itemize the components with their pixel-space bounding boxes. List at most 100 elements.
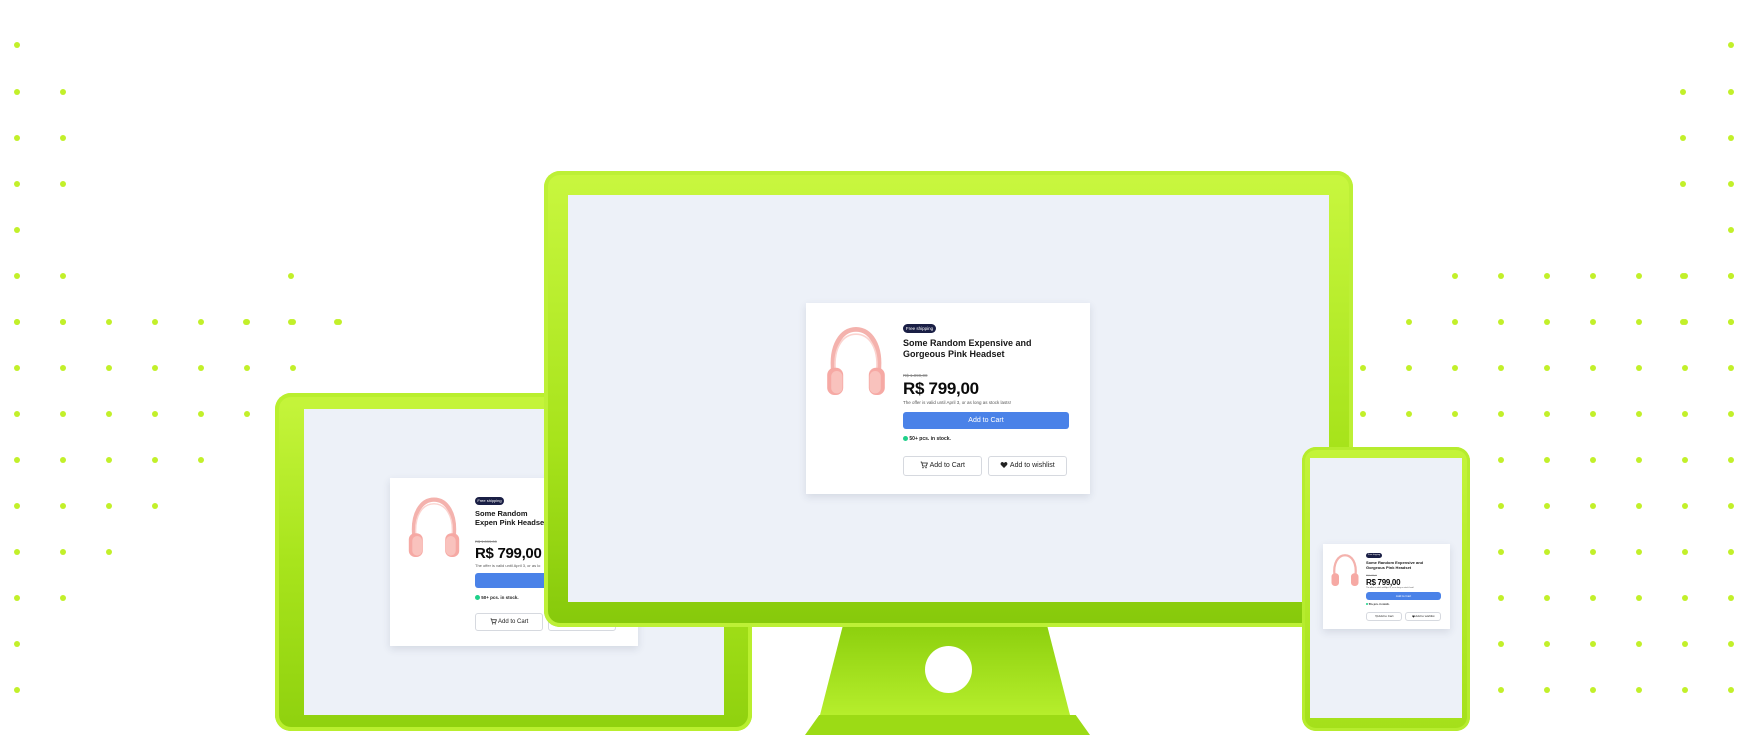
add-to-cart-button[interactable]: Add to Cart <box>903 456 982 476</box>
decorative-dot <box>106 411 112 417</box>
decorative-dot <box>1636 319 1642 325</box>
decorative-dot <box>1590 457 1596 463</box>
decorative-dot <box>1728 227 1734 233</box>
decorative-dot <box>1498 687 1504 693</box>
decorative-dot <box>244 365 250 371</box>
decorative-dot <box>1360 365 1366 371</box>
decorative-dot <box>14 89 20 95</box>
decorative-dot <box>60 549 66 555</box>
decorative-dot <box>106 365 112 371</box>
cart-icon <box>920 461 928 469</box>
stock-status: 50+ pcs. in stock. <box>475 595 519 601</box>
decorative-dot <box>1452 319 1458 325</box>
decorative-dot <box>1544 365 1550 371</box>
decorative-dot <box>1682 457 1688 463</box>
decorative-dot <box>1452 273 1458 279</box>
decorative-dot <box>1544 641 1550 647</box>
decorative-dot <box>1544 319 1550 325</box>
decorative-dot <box>288 319 294 325</box>
free-shipping-badge: Free shipping <box>475 497 504 505</box>
stock-status: 50+ pcs. in stock. <box>903 436 951 442</box>
price: R$ 799,00 <box>1366 578 1401 587</box>
decorative-dot <box>1682 595 1688 601</box>
decorative-dot <box>60 365 66 371</box>
decorative-dot <box>1728 503 1734 509</box>
decorative-dot <box>14 549 20 555</box>
add-to-wishlist-button[interactable]: Add to wishlist <box>988 456 1067 476</box>
add-to-cart-button[interactable]: Add to Cart <box>1366 612 1402 621</box>
add-to-cart-button[interactable]: Add to Cart <box>475 613 543 631</box>
pink-headphones-icon <box>406 494 462 564</box>
decorative-dot <box>1680 181 1686 187</box>
decorative-dot <box>1728 687 1734 693</box>
decorative-dot <box>1498 457 1504 463</box>
decorative-dot <box>1728 319 1734 325</box>
decorative-dot <box>1590 365 1596 371</box>
product-card: Free shipping Some Random Expensive and … <box>806 303 1090 494</box>
decorative-dot <box>14 42 20 48</box>
add-to-wishlist-button[interactable]: Add to wishlist <box>1405 612 1441 621</box>
product-card: Free shipping Some Random Expensive and … <box>1323 544 1450 629</box>
cart-icon <box>490 618 497 625</box>
decorative-dot <box>1544 595 1550 601</box>
decorative-dot <box>1590 641 1596 647</box>
decorative-dot <box>14 181 20 187</box>
decorative-dot <box>1636 595 1642 601</box>
decorative-dot <box>1636 549 1642 555</box>
free-shipping-badge: Free shipping <box>1366 553 1382 558</box>
decorative-dot <box>1636 411 1642 417</box>
price: R$ 799,00 <box>475 545 542 562</box>
decorative-dot <box>1682 273 1688 279</box>
decorative-dot <box>1498 595 1504 601</box>
decorative-dot <box>1544 457 1550 463</box>
decorative-dot <box>152 319 158 325</box>
add-to-cart-label: Add to Cart <box>1378 614 1394 618</box>
decorative-dot <box>1544 549 1550 555</box>
decorative-dot <box>14 687 20 693</box>
decorative-dot <box>1636 641 1642 647</box>
stock-status-text: 50+ pcs. in stock. <box>909 436 951 442</box>
old-price: R$ 1.099,00 <box>1366 575 1377 577</box>
decorative-dot <box>198 365 204 371</box>
decorative-dot <box>1544 273 1550 279</box>
decorative-dot <box>1682 411 1688 417</box>
add-to-wishlist-label: Add to wishlist <box>1415 614 1435 618</box>
add-to-cart-primary-button[interactable]: Add to Cart <box>1366 592 1441 600</box>
add-to-cart-primary-button[interactable]: Add to Cart <box>903 412 1069 429</box>
stock-status-text: 50+ pcs. in stock. <box>1368 603 1390 606</box>
product-title: Some Random Expensive and Gorgeous Pink … <box>903 338 1032 360</box>
decorative-dot <box>1682 687 1688 693</box>
decorative-dot <box>1682 319 1688 325</box>
green-dot-icon <box>903 436 908 442</box>
decorative-dot <box>1636 365 1642 371</box>
add-to-cart-label: Add to Cart <box>929 462 965 469</box>
decorative-dot <box>1728 549 1734 555</box>
add-to-cart-label: Add to Cart <box>497 619 529 625</box>
pink-headphones-icon <box>824 323 888 403</box>
decorative-dot <box>1590 595 1596 601</box>
decorative-dot <box>14 595 20 601</box>
decorative-dot <box>14 273 20 279</box>
decorative-dot <box>1682 641 1688 647</box>
decorative-dot <box>152 457 158 463</box>
decorative-dot <box>14 411 20 417</box>
product-title: Some Random Expensive and Gorgeous Pink … <box>1366 560 1424 570</box>
decorative-dot <box>244 411 250 417</box>
green-dot-icon <box>1366 603 1368 606</box>
decorative-dot <box>60 503 66 509</box>
decorative-dot <box>1636 273 1642 279</box>
decorative-dot <box>1406 365 1412 371</box>
decorative-dot <box>1728 457 1734 463</box>
decorative-dot <box>1728 641 1734 647</box>
decorative-dot <box>198 457 204 463</box>
decorative-dot <box>1728 181 1734 187</box>
decorative-dot <box>1728 273 1734 279</box>
decorative-dot <box>1544 411 1550 417</box>
decorative-dot <box>14 135 20 141</box>
decorative-dot <box>60 319 66 325</box>
decorative-dot <box>1680 89 1686 95</box>
decorative-dot <box>1636 687 1642 693</box>
heart-icon <box>1000 462 1008 469</box>
decorative-dot <box>14 365 20 371</box>
decorative-dot <box>1590 549 1596 555</box>
